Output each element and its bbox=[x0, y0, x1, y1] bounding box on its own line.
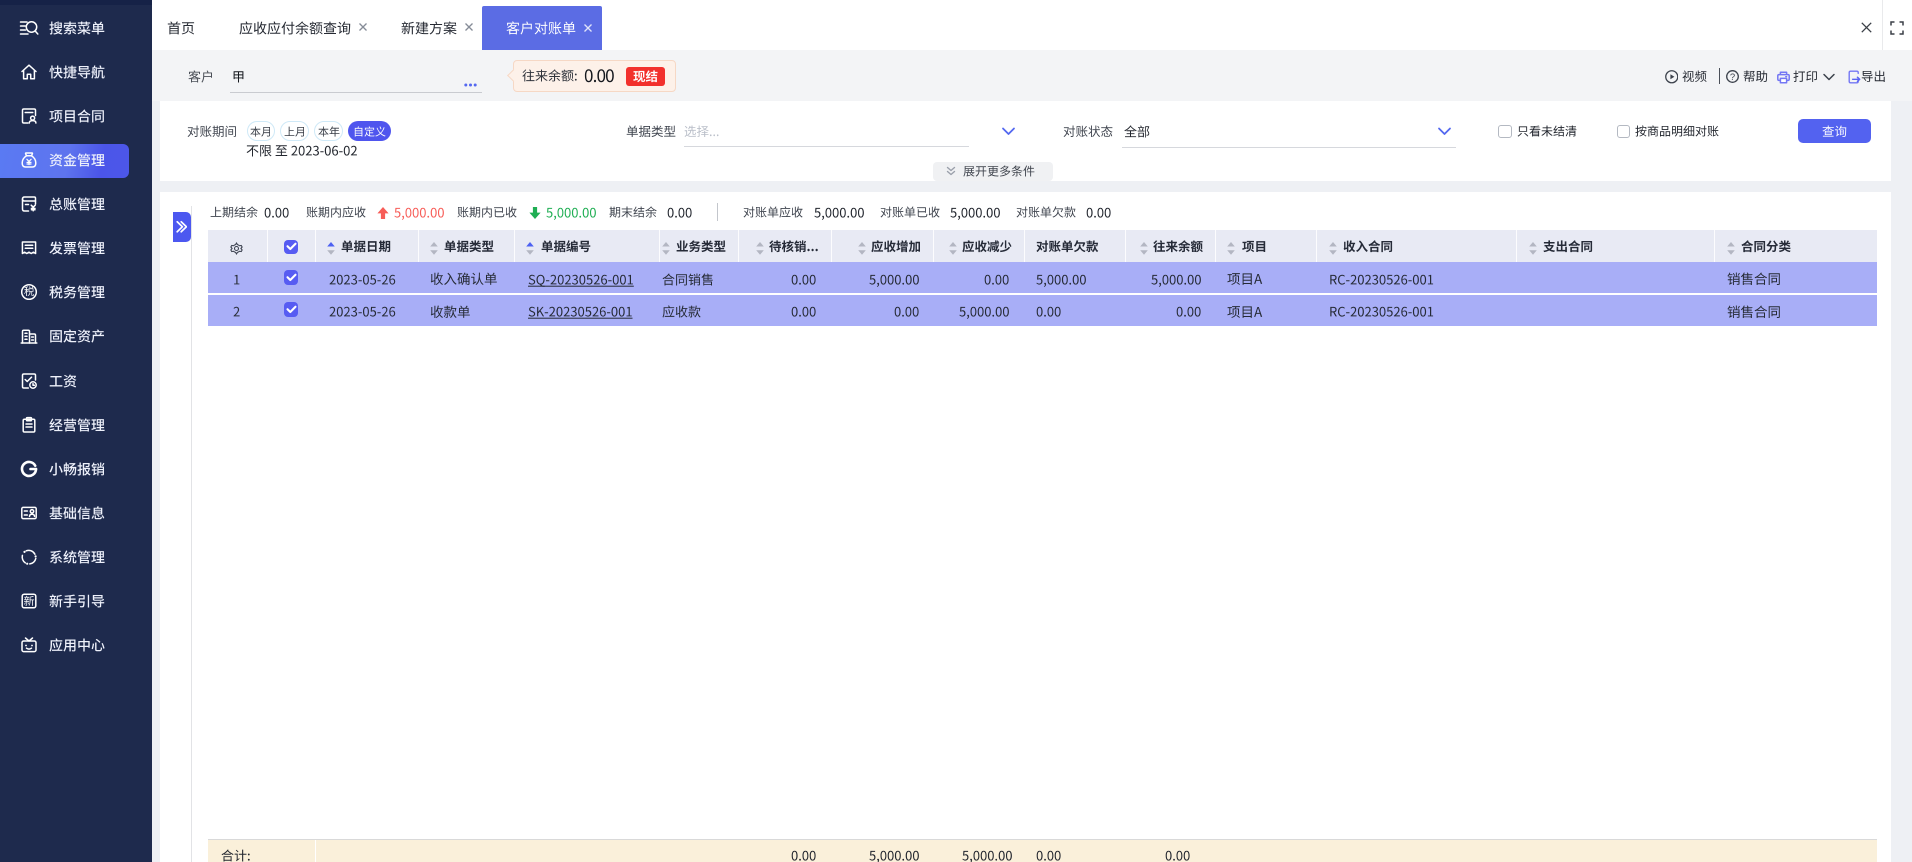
svg-text:?: ? bbox=[1729, 72, 1734, 83]
